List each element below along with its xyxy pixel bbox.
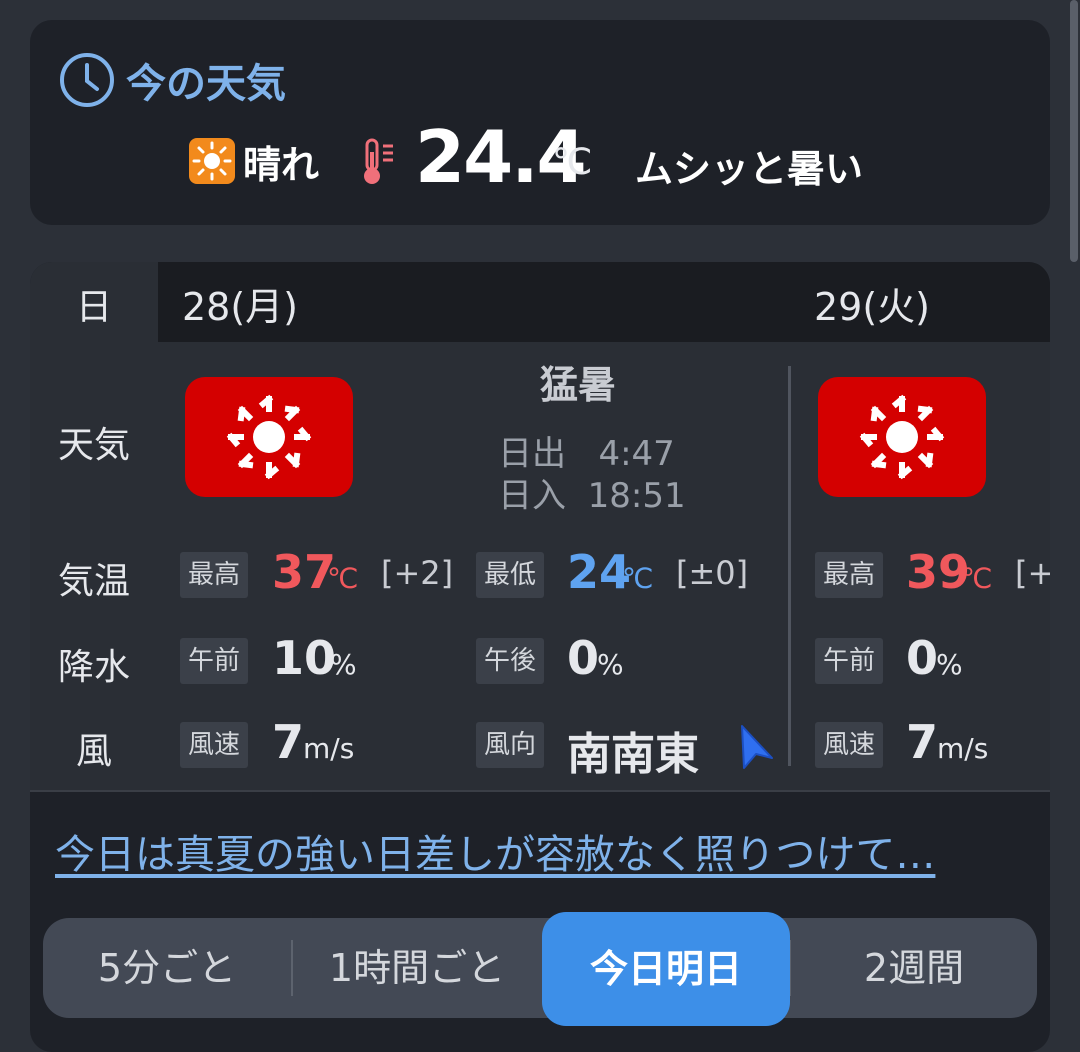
- wind-direction-tag: 風向: [476, 722, 545, 768]
- pm-precip-unit: %: [597, 648, 624, 681]
- scrollbar-track[interactable]: [1066, 0, 1080, 1038]
- extreme-heat-icon: [818, 377, 986, 497]
- high-temp-tag: 最高: [180, 552, 249, 598]
- low-temp-unit: ℃: [622, 562, 654, 595]
- scrollbar-thumb[interactable]: [1070, 0, 1078, 262]
- label-temperature: 気温: [57, 561, 130, 602]
- high-temp-diff: [+2: [1015, 554, 1050, 592]
- am-precip-value: 10: [272, 631, 337, 685]
- high-temp-unit: ℃: [961, 562, 993, 595]
- wind-speed-unit: m/s: [303, 732, 355, 765]
- wind-direction-arrow-icon: [741, 725, 773, 769]
- wind-speed-value: 7: [906, 715, 939, 769]
- label-precipitation: 降水: [57, 647, 130, 688]
- clock-icon: [60, 53, 114, 107]
- wind-speed-tag: 風速: [180, 722, 249, 768]
- sunset-label: 日入: [498, 476, 566, 516]
- am-precip-unit: %: [936, 648, 963, 681]
- extreme-heat-icon: [185, 377, 353, 497]
- label-wind: 風: [75, 731, 112, 772]
- sunset: 日入 18:51: [498, 468, 686, 517]
- day-header-2: 29(火): [790, 262, 1050, 342]
- am-precip-tag: 午前: [815, 638, 884, 684]
- am-precip-unit: %: [330, 648, 357, 681]
- current-condition: 晴れ: [243, 143, 320, 187]
- pm-precip-tag: 午後: [476, 638, 545, 684]
- wind-direction-value: 南南東: [567, 729, 699, 780]
- label-weather: 天気: [57, 425, 130, 466]
- low-temp-tag: 最低: [476, 552, 545, 598]
- column-divider: [788, 366, 791, 766]
- forecast-tabs: 5分ごと 1時間ごと 2週間 今日明日: [43, 912, 1037, 1026]
- pm-precip-value: 0: [567, 631, 600, 685]
- sun-icon: [189, 138, 235, 184]
- current-weather-header: 今の天気: [58, 50, 286, 110]
- current-weather-summary: 晴れ 24.4 ℃ ムシッと暑い: [30, 115, 1050, 210]
- row-labels: 日 天気 気温 降水 風: [30, 262, 158, 792]
- day-header-1: 28(月): [158, 262, 790, 342]
- forecast-card: 日 天気 気温 降水 風 28(月) 29(火) 猛暑 日出 4:47 日入 1…: [30, 262, 1050, 1052]
- high-temp-diff: [+2]: [381, 554, 454, 592]
- tab-today-tomorrow[interactable]: 今日明日: [542, 912, 790, 1026]
- am-precip-value: 0: [906, 631, 939, 685]
- day-date: 28(月): [182, 285, 299, 329]
- forecast-condition: 猛暑: [540, 363, 617, 407]
- thermometer-icon: [364, 138, 393, 184]
- high-temp-unit: ℃: [327, 562, 359, 595]
- current-weather-title: 今の天気: [126, 61, 286, 107]
- am-precip-tag: 午前: [180, 638, 249, 684]
- forecast-separator: [30, 790, 1050, 792]
- tab-2weeks[interactable]: 2週間: [791, 918, 1037, 1018]
- high-temp-tag: 最高: [815, 552, 884, 598]
- current-temperature-unit: ℃: [552, 142, 593, 183]
- day-date: 29(火): [814, 285, 931, 329]
- wind-speed-tag: 風速: [815, 722, 884, 768]
- forecast-detail-link[interactable]: 今日は真夏の強い日差しが容赦なく照りつけて…: [55, 822, 935, 880]
- tab-hourly[interactable]: 1時間ごと: [293, 918, 541, 1018]
- current-weather-card: 今の天気 晴れ 24.4 ℃ ムシッと暑い: [30, 20, 1050, 225]
- low-temp-diff: [±0]: [676, 554, 749, 592]
- label-day: 日: [75, 287, 112, 328]
- tab-5min[interactable]: 5分ごと: [43, 918, 291, 1018]
- sunset-time: 18:51: [587, 476, 686, 516]
- current-feel: ムシッと暑い: [635, 147, 864, 191]
- wind-speed-value: 7: [272, 715, 305, 769]
- wind-speed-unit: m/s: [937, 732, 989, 765]
